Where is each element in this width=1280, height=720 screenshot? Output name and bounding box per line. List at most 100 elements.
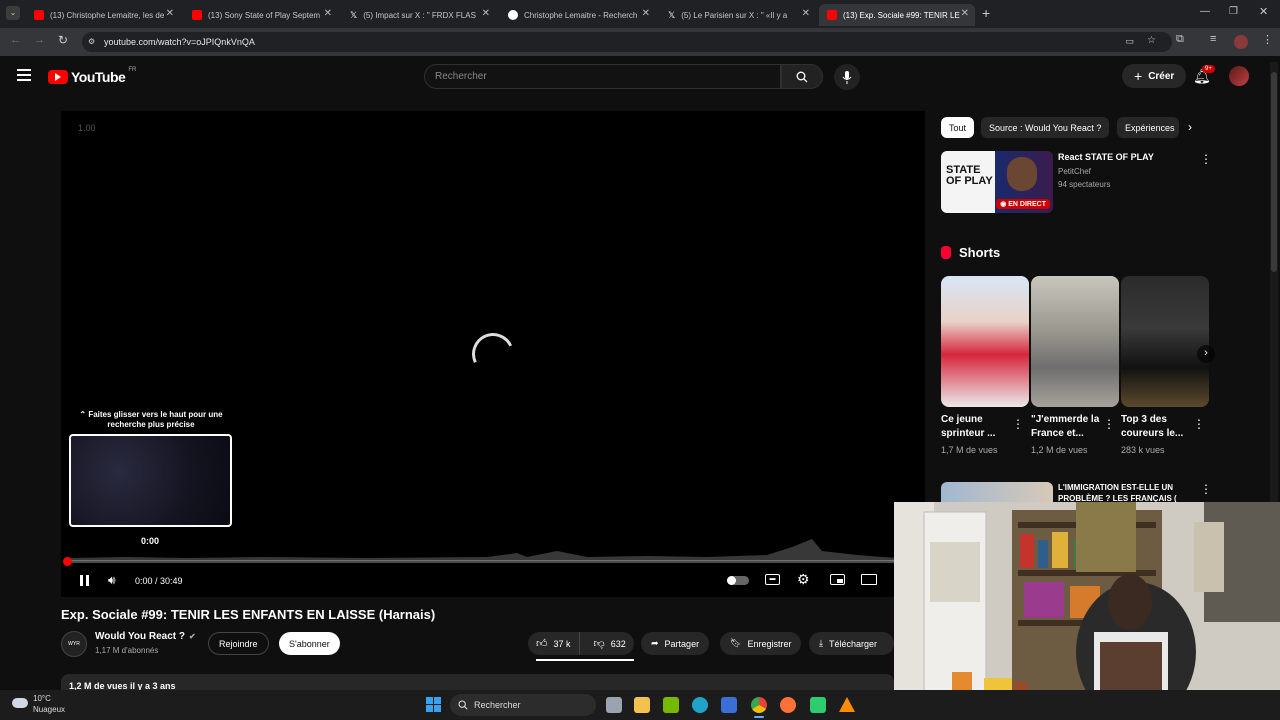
channel-avatar[interactable]: WYR [61, 631, 87, 657]
url-text: youtube.com/watch?v=oJPIQnkVnQA [104, 37, 255, 47]
pause-icon[interactable] [80, 575, 89, 586]
file-explorer-icon[interactable] [634, 697, 650, 713]
bookmark-star-icon[interactable]: ☆ [1147, 35, 1156, 46]
youtube-play-icon [48, 70, 68, 84]
close-tab-icon[interactable]: ✕ [961, 8, 969, 19]
seek-hint: ⌃ Faites glisser vers le haut pour une r… [70, 410, 232, 430]
theater-mode-icon[interactable] [861, 574, 877, 585]
search-button[interactable] [781, 64, 823, 89]
new-tab-button[interactable]: + [982, 5, 990, 21]
streaming-app-icon[interactable] [810, 697, 826, 713]
volume-icon[interactable]: 🔊︎ [108, 573, 116, 588]
account-avatar[interactable] [1229, 66, 1249, 86]
short-title[interactable]: Ce jeune sprinteur ... [941, 413, 1011, 441]
webcam-feed-image [894, 502, 1280, 720]
live-channel[interactable]: PetitChef [1058, 167, 1091, 176]
chips-next-icon[interactable]: › [1188, 120, 1192, 134]
like-button[interactable]: 👍︎ 37 k [528, 632, 580, 655]
chip-all[interactable]: Tout [941, 117, 975, 138]
short-thumbnail[interactable] [1031, 276, 1119, 407]
live-thumbnail[interactable]: STATE OF PLAY ◉ EN DIRECT [941, 151, 1053, 213]
share-button[interactable]: ➦ Partager [641, 632, 710, 655]
task-view-icon[interactable] [606, 697, 622, 713]
browser-tab[interactable]: (13) Christophe Lemaitre, les de ✕ [26, 4, 180, 26]
short-title[interactable]: "J'emmerde la France et... [1031, 413, 1101, 441]
browser-menu-icon[interactable]: ⋮ [1262, 33, 1273, 46]
firefox-icon[interactable] [780, 697, 796, 713]
live-title[interactable]: React STATE OF PLAY [1058, 152, 1154, 162]
minimize-window-icon[interactable]: — [1200, 6, 1210, 17]
search-input[interactable]: Rechercher [424, 64, 781, 89]
shorts-heading: Shorts [959, 245, 1001, 260]
edge-icon[interactable] [692, 697, 708, 713]
dislike-button[interactable]: 👎︎ 632 [586, 637, 634, 650]
subtitles-icon[interactable]: ▬ [765, 574, 780, 585]
chrome-icon[interactable] [751, 697, 767, 713]
reload-icon[interactable]: ↻ [58, 33, 68, 47]
browser-tab[interactable]: 𝕏 (5) Le Parisien sur X : " «Il y a ✕ [660, 4, 816, 26]
chip-experiences[interactable]: Expériences [1117, 117, 1179, 138]
video-player[interactable]: 1.00 ⌃ Faites glisser vers le haut pour … [61, 111, 925, 597]
tab-title: (13) Christophe Lemaitre, les de [50, 10, 165, 20]
channel-name[interactable]: Would You React ? ✔ [95, 631, 196, 642]
taskbar-search[interactable]: Rechercher [450, 694, 596, 716]
hamburger-menu-icon[interactable] [17, 69, 31, 81]
profile-avatar[interactable] [1234, 35, 1248, 49]
voice-search-button[interactable] [834, 64, 860, 90]
create-button[interactable]: + Créer [1122, 64, 1187, 88]
youtube-logo[interactable]: YouTube FR [48, 67, 136, 85]
live-thumb-text: STATE OF PLAY [946, 164, 993, 187]
chip-source[interactable]: Source : Would You React ? [981, 117, 1110, 138]
scrollbar-thumb[interactable] [1271, 72, 1277, 272]
close-window-icon[interactable]: ✕ [1259, 5, 1268, 18]
notification-badge: 9+ [1202, 65, 1215, 73]
short-thumbnail[interactable] [941, 276, 1029, 407]
miniplayer-icon[interactable] [830, 574, 845, 585]
more-actions-icon[interactable]: ⋮ [1200, 152, 1212, 166]
close-tab-icon[interactable]: ✕ [324, 8, 332, 19]
short-thumbnail[interactable] [1121, 276, 1209, 407]
seek-preview-thumbnail [69, 434, 232, 527]
vlc-icon[interactable] [839, 697, 855, 712]
close-tab-icon[interactable]: ✕ [802, 8, 810, 19]
scrubber-handle[interactable] [63, 557, 72, 566]
extensions-icon[interactable]: ⧉ [1176, 33, 1184, 46]
short-title[interactable]: Top 3 des coureurs le... [1121, 413, 1191, 441]
back-icon[interactable]: ← [10, 34, 21, 46]
join-button[interactable]: Rejoindre [208, 632, 269, 655]
store-icon[interactable] [721, 697, 737, 713]
close-tab-icon[interactable]: ✕ [482, 8, 490, 19]
settings-gear-icon[interactable]: ⚙ [797, 571, 810, 588]
more-actions-icon[interactable]: ⋮ [1193, 417, 1205, 431]
close-tab-icon[interactable]: ✕ [642, 8, 650, 19]
install-app-icon[interactable]: ▭ [1125, 36, 1134, 47]
nvidia-icon[interactable] [663, 697, 679, 713]
browser-tab[interactable]: Christophe Lemaitre - Recherch ✕ [500, 4, 656, 26]
most-replayed-heatmap [67, 539, 897, 561]
browser-tab-active[interactable]: (13) Exp. Sociale #99: TENIR LE ✕ [819, 4, 975, 26]
subscribe-button[interactable]: S'abonner [279, 632, 340, 655]
media-controls-icon[interactable]: ≡ [1210, 33, 1216, 45]
autoplay-toggle[interactable] [727, 576, 749, 585]
save-button[interactable]: 🔖︎ Enregistrer [720, 632, 802, 655]
more-actions-icon[interactable]: ⋮ [1103, 417, 1115, 431]
browser-tab[interactable]: 𝕏 (5) Impact sur X : " FRDX FLAS ✕ [342, 4, 496, 26]
weather-desc[interactable]: Nuageux [33, 705, 65, 714]
tab-search-button[interactable]: ⌄ [6, 6, 20, 20]
more-actions-icon[interactable]: ⋮ [1012, 417, 1024, 431]
next-video-title[interactable]: L'IMMIGRATION EST-ELLE UN PROBLÈME ? LES… [1058, 482, 1193, 502]
browser-tab[interactable]: (13) Sony State of Play Septem ✕ [184, 4, 338, 26]
site-info-icon[interactable]: ⚙ [88, 37, 95, 46]
progress-bar-track[interactable] [67, 560, 897, 563]
forward-icon[interactable]: → [34, 34, 45, 46]
weather-temp[interactable]: 10°C [33, 694, 51, 703]
more-actions-icon[interactable]: ⋮ [1200, 482, 1212, 496]
url-field[interactable]: ⚙ youtube.com/watch?v=oJPIQnkVnQA ▭ ☆ [82, 32, 1172, 52]
create-label: Créer [1148, 70, 1175, 82]
weather-cloud-icon[interactable] [12, 698, 28, 708]
close-tab-icon[interactable]: ✕ [166, 8, 174, 19]
download-button[interactable]: ⤓ Télécharger [809, 632, 894, 655]
restore-window-icon[interactable]: ❐ [1229, 6, 1238, 17]
shorts-next-icon[interactable]: › [1197, 345, 1215, 363]
start-button[interactable] [426, 697, 441, 712]
